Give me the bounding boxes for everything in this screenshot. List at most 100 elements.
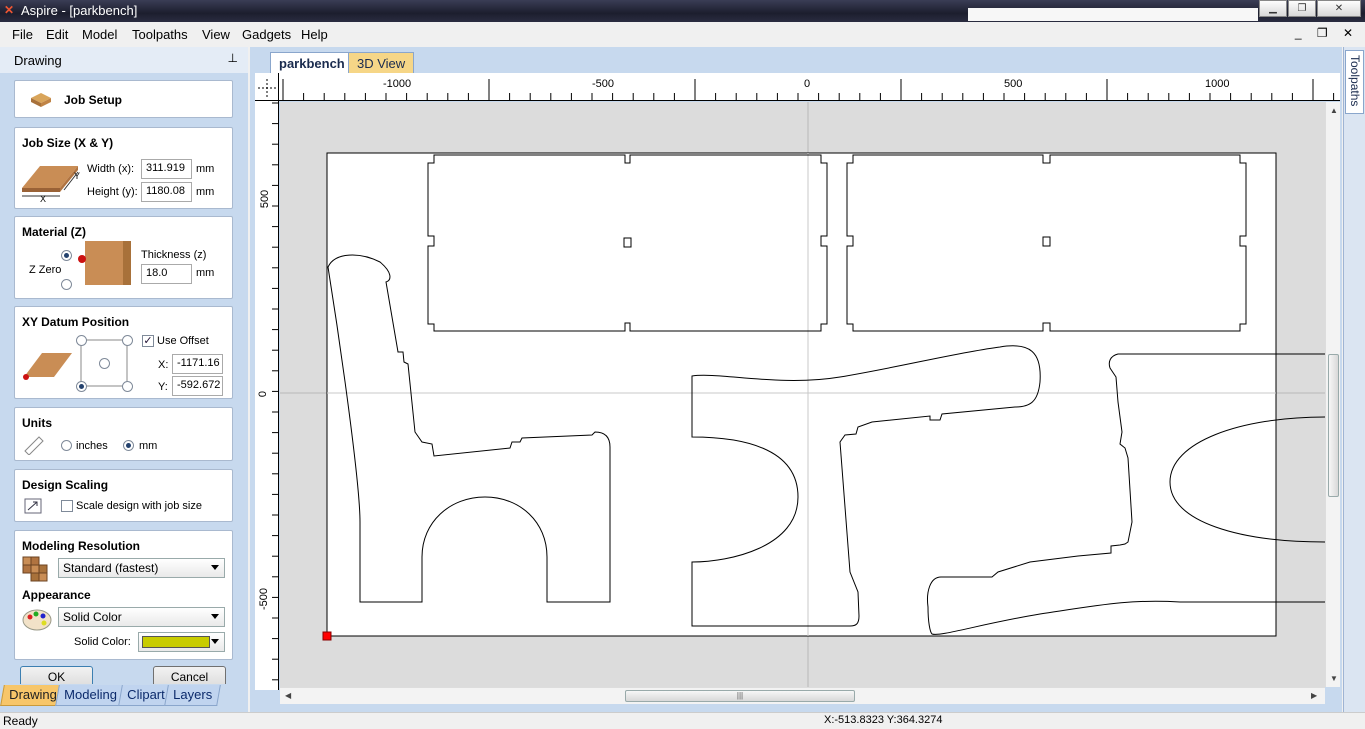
- axis-x-label: X: [40, 194, 47, 204]
- material-section: Material (Z) Z Zero Thickness (z) 18.0 m…: [14, 216, 233, 299]
- appearance-heading: Appearance: [22, 588, 91, 602]
- doc-tab-parkbench[interactable]: parkbench: [270, 52, 354, 74]
- scroll-up-icon[interactable]: ▲: [1330, 106, 1338, 115]
- title-bar: ✕ Aspire - [parkbench] ▁ ❐ ✕: [0, 0, 1365, 22]
- offset-x-label: X:: [158, 359, 169, 371]
- scale-design-checkbox[interactable]: [61, 500, 73, 512]
- ruler-label-minus-500: -500: [592, 78, 615, 90]
- toolpaths-strip: [1343, 47, 1365, 712]
- datum-top-left-radio[interactable]: [76, 335, 87, 346]
- scroll-left-icon[interactable]: ◀: [285, 691, 291, 700]
- palette-icon: [22, 609, 52, 631]
- scaling-section: Design Scaling Scale design with job siz…: [14, 469, 233, 522]
- menu-gadgets[interactable]: Gadgets: [242, 27, 291, 42]
- units-inches-label: inches: [76, 440, 108, 452]
- drawing-panel: Drawing ⊥ Job Setup Job Size (X & Y) X Y…: [0, 47, 248, 712]
- solid-color-swatch: [142, 636, 210, 648]
- ruler-label-1000: 1000: [1205, 78, 1230, 90]
- bottom-tab-bar: Drawing Modeling Clipart Layers: [0, 684, 248, 708]
- material-sheet: [326, 152, 1277, 637]
- offset-x-field[interactable]: -1171.16: [172, 354, 223, 374]
- job-size-icon: [22, 166, 79, 197]
- scale-design-label: Scale design with job size: [76, 500, 202, 512]
- height-field[interactable]: 1180.08: [141, 182, 192, 202]
- crosshair-icon: [258, 79, 276, 97]
- panel-title: Drawing: [14, 53, 62, 68]
- menu-file[interactable]: File: [12, 27, 33, 42]
- units-mm-label: mm: [139, 440, 158, 452]
- material-heading: Material (Z): [22, 225, 87, 239]
- horizontal-scroll-thumb[interactable]: |||: [625, 690, 855, 702]
- window-title: Aspire - [parkbench]: [21, 3, 138, 18]
- menu-edit[interactable]: Edit: [46, 27, 68, 42]
- chevron-down-icon: [211, 565, 219, 570]
- status-text: Ready: [3, 714, 38, 728]
- datum-bottom-left-radio[interactable]: [76, 381, 87, 392]
- offset-y-field[interactable]: -592.672: [172, 376, 223, 396]
- thickness-unit: mm: [196, 267, 215, 279]
- zzero-bottom-radio[interactable]: [61, 279, 72, 290]
- drawing-canvas[interactable]: [280, 102, 1325, 687]
- panel-header: Drawing ⊥: [0, 47, 248, 73]
- ruler-label-0-v: 0: [257, 390, 270, 398]
- solid-color-picker[interactable]: [138, 632, 225, 652]
- thickness-label: Thickness (z): [141, 249, 207, 261]
- zzero-top-radio[interactable]: [61, 250, 72, 261]
- datum-top-right-radio[interactable]: [122, 335, 133, 346]
- scaling-heading: Design Scaling: [22, 478, 109, 492]
- menu-model[interactable]: Model: [82, 27, 117, 42]
- datum-center-radio[interactable]: [99, 358, 110, 369]
- toolpaths-tab[interactable]: Toolpaths: [1345, 50, 1364, 114]
- appearance-select[interactable]: Solid Color: [58, 607, 225, 627]
- datum-bottom-right-radio[interactable]: [122, 381, 133, 392]
- datum-section: XY Datum Position ✓ Use Offset X: -1171.…: [14, 306, 233, 399]
- job-size-heading: Job Size (X & Y): [22, 136, 114, 150]
- thickness-field[interactable]: 18.0: [141, 264, 192, 284]
- vertical-scrollbar[interactable]: ▲ ▼: [1325, 102, 1340, 687]
- job-setup-icon: [31, 93, 51, 107]
- tab-drawing-label: Drawing: [9, 687, 57, 702]
- menu-view[interactable]: View: [202, 27, 230, 42]
- tab-layers-label: Layers: [173, 687, 213, 702]
- close-button[interactable]: ✕: [1317, 0, 1361, 17]
- minimize-button[interactable]: ▁: [1259, 0, 1287, 17]
- title-bar-region: [968, 8, 1258, 21]
- tab-layers[interactable]: Layers: [164, 685, 221, 706]
- chevron-down-icon: [211, 639, 219, 644]
- horizontal-scrollbar[interactable]: ◀ ||| ▶: [280, 687, 1325, 704]
- scroll-right-icon[interactable]: ▶: [1311, 691, 1317, 700]
- toolpaths-tab-label: Toolpaths: [1348, 55, 1362, 107]
- tab-modeling[interactable]: Modeling: [55, 685, 126, 706]
- minimize-icon: ▁: [1269, 3, 1277, 14]
- tab-clipart-label: Clipart: [127, 687, 165, 702]
- zzero-label: Z Zero: [29, 264, 62, 276]
- ruler-label-500: 500: [1004, 78, 1023, 90]
- use-offset-checkbox[interactable]: ✓: [142, 335, 154, 347]
- resolution-select[interactable]: Standard (fastest): [58, 558, 225, 578]
- ruler-label-minus-1000: -1000: [383, 78, 412, 90]
- units-inches-radio[interactable]: [61, 440, 72, 451]
- ruler-label-0: 0: [804, 78, 811, 90]
- menu-toolpaths[interactable]: Toolpaths: [132, 27, 188, 42]
- material-block-icon: [78, 241, 131, 285]
- ruler-label-minus-500-v: -500: [258, 587, 271, 611]
- job-size-section: Job Size (X & Y) X Y Width (x): 311.919 …: [14, 127, 233, 209]
- mdi-window-buttons[interactable]: _ ❐ ✕: [1295, 26, 1359, 40]
- maximize-button[interactable]: ❐: [1288, 0, 1316, 17]
- scroll-down-icon[interactable]: ▼: [1330, 674, 1338, 683]
- resolution-grid-icon: [22, 556, 48, 582]
- datum-marker: [322, 631, 332, 641]
- width-field[interactable]: 311.919: [141, 159, 192, 179]
- doc-tab-3d-view[interactable]: 3D View: [348, 52, 415, 74]
- resolution-heading: Modeling Resolution: [22, 539, 140, 553]
- height-unit: mm: [196, 186, 215, 198]
- solid-color-label: Solid Color:: [74, 636, 131, 648]
- units-mm-radio[interactable]: [123, 440, 134, 451]
- vertical-scroll-thumb[interactable]: [1328, 354, 1339, 497]
- chevron-down-icon: [211, 614, 219, 619]
- units-heading: Units: [22, 416, 52, 430]
- pin-icon[interactable]: ⊥: [228, 51, 238, 65]
- menu-help[interactable]: Help: [301, 27, 328, 42]
- job-setup-header[interactable]: Job Setup: [14, 80, 233, 118]
- ruler-label-500-v: 500: [259, 189, 272, 209]
